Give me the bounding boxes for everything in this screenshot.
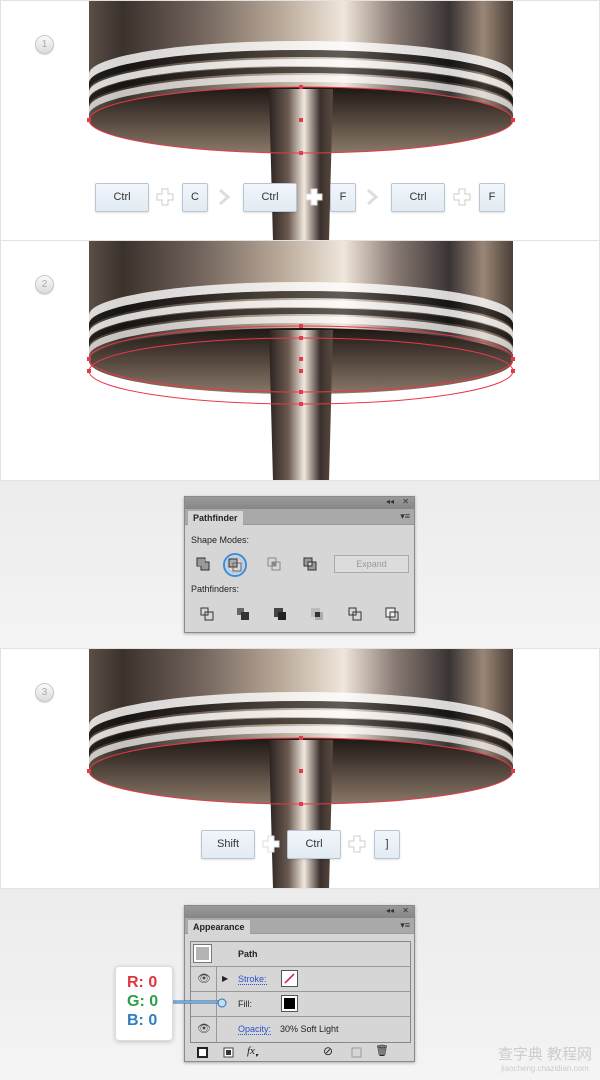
- plus-icon: [156, 188, 174, 206]
- path-thumbnail: [193, 944, 212, 963]
- intersect-icon[interactable]: [267, 557, 281, 571]
- panel-titlebar[interactable]: ◂◂ ✕: [185, 497, 414, 509]
- panel-menu-icon[interactable]: ▾≡: [400, 920, 410, 931]
- fill-swatch[interactable]: [281, 995, 298, 1012]
- key-c: C: [182, 183, 208, 212]
- add-fill-icon[interactable]: [223, 1047, 234, 1058]
- key-shift: Shift: [201, 830, 255, 859]
- fill-label: Fill:: [238, 999, 252, 1009]
- key-ctrl: Ctrl: [95, 183, 149, 212]
- tab-appearance[interactable]: Appearance: [188, 920, 250, 934]
- tab-pathfinder[interactable]: Pathfinder: [188, 511, 243, 525]
- duplicate-item-icon[interactable]: [351, 1047, 362, 1058]
- piston-illustration: [87, 241, 515, 480]
- add-stroke-icon[interactable]: [197, 1047, 208, 1058]
- callout-connector: [172, 998, 227, 1008]
- minus-back-icon[interactable]: [385, 607, 399, 621]
- stroke-link[interactable]: Stroke:: [238, 974, 267, 985]
- crop-icon[interactable]: [310, 607, 324, 621]
- pathfinders-label: Pathfinders:: [191, 584, 240, 594]
- rgb-b: B: 0: [127, 1012, 158, 1029]
- panel-titlebar[interactable]: ◂◂ ✕: [185, 906, 414, 918]
- opacity-row[interactable]: 👁 Opacity: 30% Soft Light: [191, 1016, 410, 1041]
- collapse-icon[interactable]: ◂◂: [386, 906, 394, 915]
- key-ctrl: Ctrl: [391, 183, 445, 212]
- rgb-callout: R: 0 G: 0 B: 0: [115, 966, 173, 1041]
- eye-icon[interactable]: 👁: [197, 1022, 211, 1035]
- stroke-row[interactable]: 👁 ▶ Stroke:: [191, 966, 410, 991]
- key-bracket: ]: [374, 830, 400, 859]
- opacity-link[interactable]: Opacity:: [238, 1024, 272, 1035]
- plus-icon: [305, 188, 323, 206]
- rgb-g: G: 0: [127, 993, 159, 1010]
- plus-icon: [453, 188, 471, 206]
- divide-icon[interactable]: [200, 607, 214, 621]
- minus-front-icon[interactable]: [223, 553, 247, 577]
- clear-appearance-icon[interactable]: ⊘: [323, 1044, 333, 1058]
- opacity-value: 30% Soft Light: [280, 1024, 339, 1034]
- disclosure-triangle-icon[interactable]: ▶: [222, 974, 228, 983]
- exclude-icon[interactable]: [303, 557, 317, 571]
- eye-icon[interactable]: 👁: [197, 972, 211, 985]
- step-badge: 3: [35, 683, 54, 702]
- trim-icon[interactable]: [236, 607, 250, 621]
- collapse-icon[interactable]: ◂◂: [386, 497, 394, 506]
- object-type: Path: [238, 949, 258, 959]
- step-2-panel: 2: [0, 240, 600, 481]
- unite-icon[interactable]: [196, 557, 210, 571]
- trash-icon[interactable]: 🗑: [375, 1044, 389, 1057]
- outline-icon[interactable]: [348, 607, 362, 621]
- panel-menu-icon[interactable]: ▾≡: [400, 511, 410, 522]
- appearance-list: Path 👁 ▶ Stroke: Fill: 👁 Opacity: 30% So…: [190, 941, 411, 1043]
- key-f: F: [479, 183, 505, 212]
- watermark: 查字典 教程网 jiaocheng.chazidian.com: [497, 1046, 592, 1073]
- step-1-panel: 1: [0, 0, 600, 241]
- step-badge: 1: [35, 35, 54, 54]
- expand-button[interactable]: Expand: [334, 555, 409, 573]
- merge-icon[interactable]: [273, 607, 287, 621]
- close-icon[interactable]: ✕: [402, 497, 409, 506]
- chevron-right-icon: [219, 188, 231, 206]
- stroke-none-swatch[interactable]: [281, 970, 298, 987]
- step-badge: 2: [35, 275, 54, 294]
- chevron-right-icon: [367, 188, 379, 206]
- piston-illustration: [87, 1, 515, 240]
- pathfinder-panel: ◂◂ ✕ Pathfinder ▾≡ Shape Modes: Expand Pat…: [184, 496, 415, 633]
- fx-icon[interactable]: fx▾: [247, 1045, 258, 1059]
- shape-modes-label: Shape Modes:: [191, 535, 250, 545]
- key-ctrl: Ctrl: [287, 830, 341, 859]
- plus-icon: [262, 835, 280, 853]
- key-f: F: [330, 183, 356, 212]
- appearance-panel: ◂◂ ✕ Appearance ▾≡ Path 👁 ▶ Stroke: Fill: …: [184, 905, 415, 1062]
- rgb-r: R: 0: [127, 974, 158, 991]
- plus-icon: [348, 835, 366, 853]
- key-ctrl: Ctrl: [243, 183, 297, 212]
- close-icon[interactable]: ✕: [402, 906, 409, 915]
